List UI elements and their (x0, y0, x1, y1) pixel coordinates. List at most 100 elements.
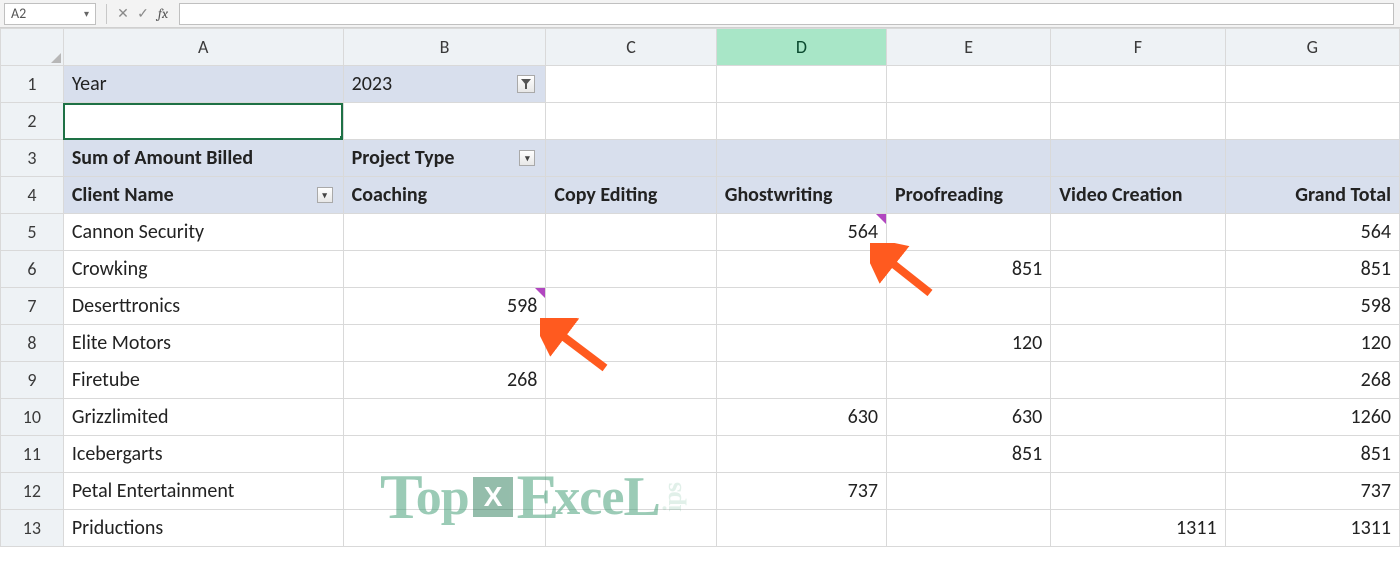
cell[interactable] (887, 288, 1051, 325)
cell[interactable] (546, 473, 716, 510)
cell[interactable] (716, 362, 886, 399)
active-cell[interactable] (63, 103, 343, 140)
cell[interactable] (1051, 251, 1225, 288)
pivot-column-label[interactable]: Proofreading (887, 177, 1051, 214)
column-header[interactable]: G (1225, 29, 1399, 66)
cell[interactable]: 851 (887, 251, 1051, 288)
cell[interactable]: 1311 (1225, 510, 1399, 547)
cell[interactable] (343, 214, 546, 251)
cancel-button[interactable]: ✕ (113, 4, 133, 24)
cell[interactable] (343, 251, 546, 288)
select-all-corner[interactable] (1, 29, 64, 66)
cell[interactable]: 120 (887, 325, 1051, 362)
cell[interactable]: 851 (1225, 251, 1399, 288)
pivot-row-label[interactable]: Crowking (63, 251, 343, 288)
row-header[interactable]: 7 (1, 288, 64, 325)
cell[interactable] (716, 436, 886, 473)
cell[interactable] (1225, 66, 1399, 103)
cell[interactable] (546, 510, 716, 547)
cell[interactable] (1051, 103, 1225, 140)
cell[interactable] (1051, 140, 1225, 177)
row-header[interactable]: 11 (1, 436, 64, 473)
fx-button[interactable]: fx (153, 4, 173, 24)
confirm-button[interactable]: ✓ (133, 4, 153, 24)
cell[interactable] (343, 510, 546, 547)
pivot-row-label[interactable]: Icebergarts (63, 436, 343, 473)
cell[interactable] (343, 103, 546, 140)
pivot-row-label[interactable]: Elite Motors (63, 325, 343, 362)
cell[interactable] (546, 436, 716, 473)
cell[interactable]: 598 (343, 288, 546, 325)
cell[interactable] (546, 251, 716, 288)
row-header[interactable]: 3 (1, 140, 64, 177)
row-header[interactable]: 12 (1, 473, 64, 510)
cell[interactable] (887, 510, 1051, 547)
row-header[interactable]: 1 (1, 66, 64, 103)
cell[interactable] (343, 436, 546, 473)
cell[interactable] (546, 214, 716, 251)
row-header[interactable]: 2 (1, 103, 64, 140)
dropdown-icon[interactable]: ▾ (317, 187, 333, 203)
cell[interactable] (887, 362, 1051, 399)
column-header[interactable]: D (716, 29, 886, 66)
cell[interactable] (1225, 103, 1399, 140)
cell[interactable] (1051, 362, 1225, 399)
cell[interactable] (1225, 140, 1399, 177)
cell[interactable] (716, 103, 886, 140)
cell[interactable] (716, 325, 886, 362)
cell[interactable]: 851 (1225, 436, 1399, 473)
dropdown-icon[interactable]: ▾ (519, 150, 535, 166)
cell[interactable] (546, 103, 716, 140)
column-header[interactable]: B (343, 29, 546, 66)
row-header[interactable]: 5 (1, 214, 64, 251)
cell[interactable] (343, 325, 546, 362)
cell[interactable]: 630 (887, 399, 1051, 436)
spreadsheet-grid[interactable]: A B C D E F G 1Year202323Sum of Amount B… (0, 28, 1400, 547)
cell[interactable] (1051, 66, 1225, 103)
cell[interactable]: 564 (716, 214, 886, 251)
row-header[interactable]: 6 (1, 251, 64, 288)
cell[interactable] (343, 473, 546, 510)
cell[interactable]: 737 (716, 473, 886, 510)
cell[interactable]: 268 (343, 362, 546, 399)
cell[interactable] (546, 362, 716, 399)
cell[interactable]: 598 (1225, 288, 1399, 325)
cell[interactable] (887, 214, 1051, 251)
pivot-row-label[interactable]: Deserttronics (63, 288, 343, 325)
pivot-column-label[interactable]: Ghostwriting (716, 177, 886, 214)
pivot-row-label[interactable]: Grizzlimited (63, 399, 343, 436)
formula-input[interactable] (179, 3, 1394, 25)
row-header[interactable]: 13 (1, 510, 64, 547)
cell[interactable]: 737 (1225, 473, 1399, 510)
row-header[interactable]: 4 (1, 177, 64, 214)
pivot-rows-field[interactable]: Client Name▾ (63, 177, 343, 214)
cell[interactable] (887, 473, 1051, 510)
pivot-row-label[interactable]: Cannon Security (63, 214, 343, 251)
cell[interactable] (1051, 399, 1225, 436)
cell[interactable] (546, 288, 716, 325)
cell[interactable] (887, 66, 1051, 103)
cell[interactable] (887, 140, 1051, 177)
cell[interactable] (887, 103, 1051, 140)
pivot-row-label[interactable]: Firetube (63, 362, 343, 399)
pivot-filter-value[interactable]: 2023 (343, 66, 546, 103)
pivot-column-label[interactable]: Grand Total (1225, 177, 1399, 214)
cell[interactable] (343, 399, 546, 436)
cell[interactable]: 564 (1225, 214, 1399, 251)
pivot-data-field[interactable]: Sum of Amount Billed (63, 140, 343, 177)
pivot-columns-field[interactable]: Project Type▾ (343, 140, 546, 177)
row-header[interactable]: 10 (1, 399, 64, 436)
cell[interactable] (1051, 214, 1225, 251)
cell[interactable] (1051, 473, 1225, 510)
cell[interactable] (1051, 436, 1225, 473)
cell[interactable] (546, 140, 716, 177)
pivot-row-label[interactable]: Priductions (63, 510, 343, 547)
cell[interactable] (1051, 288, 1225, 325)
pivot-column-label[interactable]: Copy Editing (546, 177, 716, 214)
cell[interactable] (1051, 325, 1225, 362)
pivot-row-label[interactable]: Petal Entertainment (63, 473, 343, 510)
cell[interactable]: 120 (1225, 325, 1399, 362)
name-box[interactable]: A2 ▾ (4, 3, 96, 25)
cell[interactable] (716, 251, 886, 288)
filter-icon[interactable] (517, 75, 535, 93)
